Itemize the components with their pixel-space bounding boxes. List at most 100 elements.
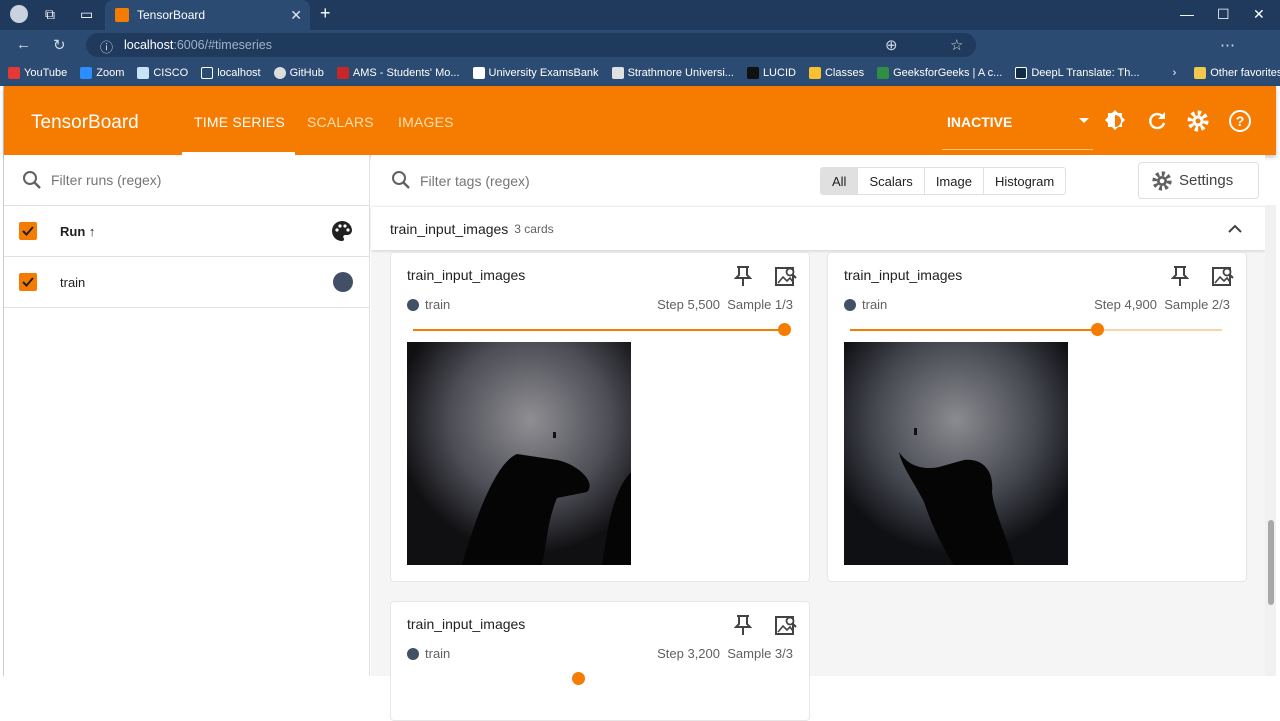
training-image-hand-sample[interactable] bbox=[407, 342, 631, 565]
card-run-label: train bbox=[407, 646, 450, 661]
deepl-icon bbox=[1015, 67, 1028, 79]
gear-icon bbox=[1152, 170, 1172, 191]
tab-actions-icon[interactable]: ▭ bbox=[80, 6, 93, 23]
runs-panel: Filter runs (regex) Run ↑ train bbox=[4, 155, 370, 676]
bookmark-cisco[interactable]: CISCO bbox=[137, 67, 188, 79]
plugin-selector[interactable]: INACTIVE bbox=[947, 114, 1012, 130]
run-color-dot bbox=[407, 298, 419, 311]
filter-histogram[interactable]: Histogram bbox=[982, 168, 1065, 194]
card-group-header[interactable]: train_input_images 3 cards bbox=[371, 206, 1265, 250]
page-scrollbar[interactable] bbox=[1265, 205, 1276, 676]
new-tab-icon[interactable]: + bbox=[320, 3, 331, 24]
image-inspect-icon[interactable] bbox=[775, 265, 797, 287]
browser-tab[interactable]: TensorBoard ✕ bbox=[105, 0, 310, 30]
bookmark-geeksforgeeks[interactable]: GeeksforGeeks | A c... bbox=[877, 67, 1002, 79]
classes-icon bbox=[808, 67, 821, 79]
settings-button[interactable]: Settings bbox=[1138, 162, 1259, 199]
hand-gesture-image bbox=[407, 342, 631, 565]
chevron-down-icon[interactable] bbox=[1079, 118, 1089, 123]
bookmark-github[interactable]: GitHub bbox=[273, 67, 324, 79]
runs-table-header: Run ↑ bbox=[4, 206, 369, 257]
bookmark-ams[interactable]: AMS - Students' Mo... bbox=[336, 67, 460, 79]
refresh-icon[interactable]: ↻ bbox=[53, 36, 66, 54]
collapse-chevron-icon[interactable] bbox=[1228, 224, 1242, 233]
run-color-dot bbox=[407, 647, 419, 660]
image-card: train_input_images train Step 3,200 Samp… bbox=[390, 601, 810, 721]
bookmark-other-favorites[interactable]: Other favorites bbox=[1194, 67, 1280, 79]
card-type-filter: All Scalars Image Histogram bbox=[820, 167, 1067, 195]
bookmarks-overflow-icon[interactable]: › bbox=[1173, 67, 1177, 79]
tab-title: TensorBoard bbox=[137, 8, 206, 22]
maximize-icon[interactable]: ☐ bbox=[1217, 6, 1230, 23]
bookmark-exams-bank[interactable]: University ExamsBank bbox=[472, 67, 599, 79]
hand-gesture-image bbox=[844, 342, 1068, 565]
step-slider-track-remaining[interactable] bbox=[1098, 329, 1222, 331]
bookmark-youtube[interactable]: YouTube bbox=[8, 67, 67, 79]
group-card-count: 3 cards bbox=[514, 221, 554, 236]
runs-filter-placeholder: Filter runs (regex) bbox=[51, 172, 162, 188]
tab-scalars[interactable]: SCALARS bbox=[307, 114, 374, 130]
runs-filter-input[interactable]: Filter runs (regex) bbox=[4, 155, 369, 206]
image-inspect-icon[interactable] bbox=[1212, 265, 1234, 287]
filter-scalars[interactable]: Scalars bbox=[857, 168, 923, 194]
refresh-icon[interactable] bbox=[1145, 109, 1169, 133]
search-icon bbox=[23, 171, 41, 189]
pin-icon[interactable] bbox=[734, 614, 752, 636]
group-name: train_input_images bbox=[390, 220, 509, 237]
run-color-swatch[interactable] bbox=[333, 272, 353, 292]
image-inspect-icon[interactable] bbox=[775, 614, 797, 636]
close-tab-icon[interactable]: ✕ bbox=[290, 7, 302, 24]
workspaces-icon[interactable]: ⧉ bbox=[45, 6, 55, 23]
scrollbar-thumb[interactable] bbox=[1268, 520, 1274, 605]
bookmark-zoom[interactable]: Zoom bbox=[80, 67, 124, 79]
site-info-icon[interactable]: ⓘ bbox=[100, 37, 113, 56]
tags-filter-input[interactable]: Filter tags (regex) bbox=[420, 173, 530, 189]
svg-text:?: ? bbox=[1236, 113, 1245, 129]
favorite-star-icon[interactable]: ☆ bbox=[950, 36, 963, 54]
profile-avatar[interactable] bbox=[10, 5, 28, 23]
help-icon[interactable]: ? bbox=[1228, 109, 1252, 133]
zoom-icon[interactable]: ⊕ bbox=[885, 36, 898, 54]
run-column-header[interactable]: Run ↑ bbox=[60, 224, 95, 239]
bookmark-classes[interactable]: Classes bbox=[808, 67, 864, 79]
youtube-icon bbox=[8, 67, 20, 79]
settings-gear-icon[interactable] bbox=[1186, 109, 1210, 133]
dark-mode-icon[interactable] bbox=[1103, 109, 1127, 133]
bookmark-strathmore[interactable]: Strathmore Universi... bbox=[611, 67, 734, 79]
step-slider-track[interactable] bbox=[413, 329, 785, 331]
url-path: :6006/#timeseries bbox=[173, 38, 273, 52]
page-icon bbox=[201, 67, 214, 79]
run-checkbox[interactable] bbox=[19, 273, 37, 291]
card-step-sample: Step 3,200 Sample 3/3 bbox=[657, 646, 793, 661]
bookmark-lucid[interactable]: LUCID bbox=[746, 67, 796, 79]
check-icon bbox=[22, 277, 34, 287]
select-all-checkbox[interactable] bbox=[19, 222, 37, 240]
cisco-icon bbox=[137, 67, 150, 79]
more-menu-icon[interactable]: ⋯ bbox=[1220, 36, 1235, 54]
run-row-train[interactable]: train bbox=[4, 257, 369, 308]
filter-image[interactable]: Image bbox=[923, 168, 983, 194]
image-card: train_input_images train Step 4,900 Samp… bbox=[827, 252, 1247, 582]
tags-filter-bar: Filter tags (regex) All Scalars Image Hi… bbox=[371, 155, 1265, 206]
pin-icon[interactable] bbox=[1171, 265, 1189, 287]
close-window-icon[interactable]: ✕ bbox=[1253, 6, 1265, 23]
step-slider-thumb[interactable] bbox=[778, 323, 791, 336]
bookmark-deepl[interactable]: DeepL Translate: Th... bbox=[1015, 67, 1140, 79]
tab-time-series[interactable]: TIME SERIES bbox=[194, 114, 285, 130]
step-slider-track[interactable] bbox=[850, 329, 1098, 331]
step-slider-thumb[interactable] bbox=[1091, 323, 1104, 336]
card-title: train_input_images bbox=[407, 267, 526, 283]
tab-images[interactable]: IMAGES bbox=[398, 114, 454, 130]
exams-bank-icon bbox=[472, 67, 485, 79]
back-icon[interactable]: ← bbox=[16, 36, 31, 53]
filter-all[interactable]: All bbox=[821, 168, 858, 194]
tensorboard-favicon-icon bbox=[115, 8, 129, 22]
palette-icon[interactable] bbox=[331, 220, 353, 242]
pin-icon[interactable] bbox=[734, 265, 752, 287]
training-image-hand-sample[interactable] bbox=[844, 342, 1068, 565]
url-field[interactable]: localhost:6006/#timeseries bbox=[86, 33, 976, 57]
geeksforgeeks-icon bbox=[877, 67, 890, 79]
step-slider-thumb[interactable] bbox=[572, 672, 585, 685]
bookmark-localhost[interactable]: localhost bbox=[201, 67, 261, 79]
minimize-icon[interactable]: — bbox=[1180, 6, 1194, 22]
